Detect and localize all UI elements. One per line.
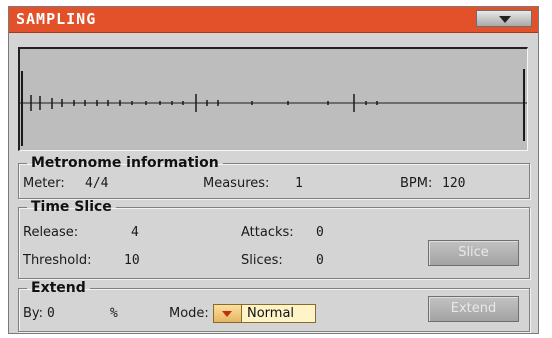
by-label: By: (23, 306, 44, 321)
waveform-display[interactable] (18, 47, 528, 151)
measures-label: Measures: (203, 176, 270, 191)
meter-label: Meter: (23, 176, 65, 191)
bpm-value: 120 (442, 176, 466, 191)
waveform-svg (20, 69, 527, 146)
threshold-label: Threshold: (23, 253, 92, 268)
mode-value: Normal (247, 306, 295, 321)
by-unit: % (110, 306, 118, 321)
by-value[interactable]: 0 (47, 306, 55, 321)
release-value[interactable]: 4 (131, 225, 139, 240)
triangle-down-icon (222, 311, 232, 317)
title-bar: SAMPLING (9, 7, 538, 33)
chevron-down-icon (499, 16, 511, 23)
attacks-label: Attacks: (241, 225, 294, 240)
time-slice-title: Time Slice (31, 199, 112, 215)
sampling-window: SAMPLING Metronome information Meter: 4/… (8, 6, 539, 334)
slices-label: Slices: (241, 253, 283, 268)
extend-title: Extend (31, 280, 86, 296)
mode-label: Mode: (169, 306, 209, 321)
attacks-value: 0 (316, 225, 324, 240)
mode-select[interactable]: Normal (213, 304, 316, 323)
release-label: Release: (23, 225, 79, 240)
slice-button[interactable]: Slice (428, 240, 519, 266)
bpm-label: BPM: (400, 176, 433, 191)
measures-value: 1 (295, 176, 303, 191)
metronome-info-title: Metronome information (31, 155, 219, 171)
mode-dropdown-arrow[interactable] (214, 305, 242, 322)
window-title: SAMPLING (16, 10, 97, 28)
threshold-value[interactable]: 10 (124, 253, 140, 268)
page-menu-button[interactable] (476, 10, 532, 27)
slices-value: 0 (316, 253, 324, 268)
meter-value: 4/4 (85, 176, 109, 191)
extend-button[interactable]: Extend (428, 296, 519, 322)
